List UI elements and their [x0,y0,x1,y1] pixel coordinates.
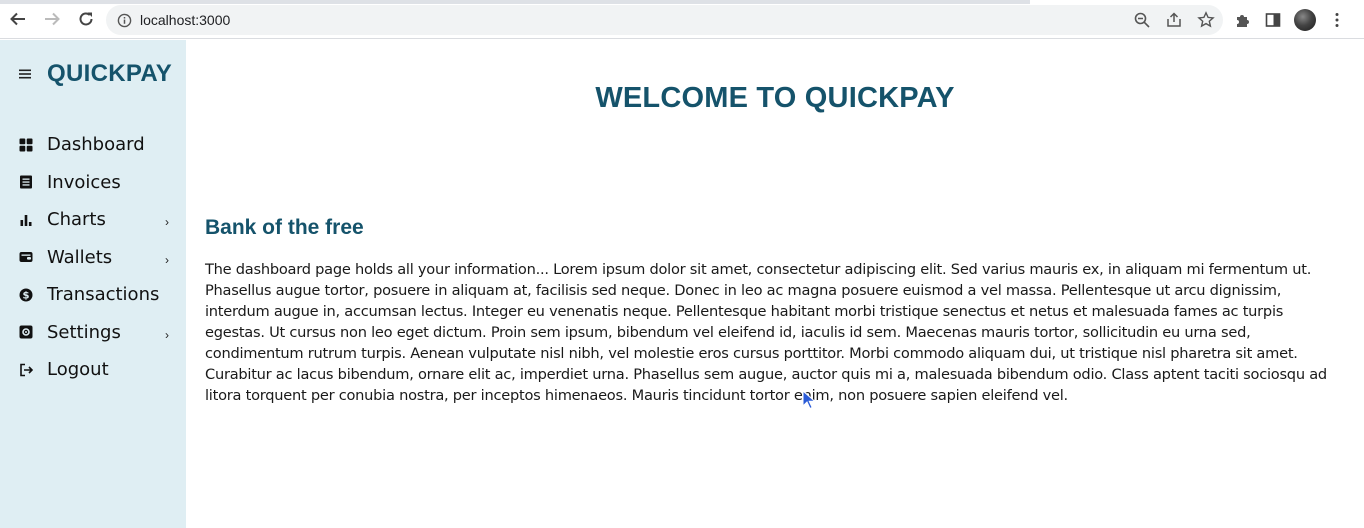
sidebar-item-invoices[interactable]: Invoices [0,164,186,202]
sidebar-item-label: Settings [47,321,121,343]
share-icon[interactable] [1165,11,1183,29]
sidebar-item-charts[interactable]: Charts › [0,201,186,239]
dollar-icon: $ [19,288,33,302]
back-arrow-icon [10,12,25,26]
profile-avatar[interactable] [1294,8,1316,31]
logout-icon [19,363,33,377]
forward-button[interactable] [36,3,68,35]
address-bar[interactable]: localhost:3000 [106,5,1223,35]
reload-icon [79,12,93,26]
invoice-icon [19,175,33,189]
brand: QUICKPAY [18,60,172,88]
extensions-icon[interactable] [1234,11,1252,29]
sidebar-item-label: Charts [47,209,106,231]
sidebar-item-transactions[interactable]: $ Transactions [0,276,186,314]
side-panel-icon[interactable] [1264,11,1282,29]
dashboard-icon [19,138,33,152]
brand-name[interactable]: QUICKPAY [47,60,172,88]
chevron-right-icon[interactable]: › [165,215,169,229]
svg-text:$: $ [23,290,30,301]
section-title: Bank of the free [205,216,364,239]
sidebar-item-label: Transactions [47,284,160,306]
back-button[interactable] [2,3,34,35]
sidebar-item-label: Dashboard [47,134,145,156]
sidebar-item-logout[interactable]: Logout [0,351,186,389]
sidebar-item-label: Wallets [47,246,113,268]
wallet-icon [19,250,33,264]
reload-button[interactable] [70,3,102,35]
sidebar-item-label: Invoices [47,171,121,193]
description-text: The dashboard page holds all your inform… [205,261,1327,404]
sidebar-item-settings[interactable]: Settings › [0,314,186,352]
zoom-icon[interactable] [1133,11,1151,29]
chevron-right-icon[interactable]: › [165,328,169,342]
bookmark-star-icon[interactable] [1197,11,1215,29]
browser-toolbar: localhost:3000 [0,0,1364,39]
page-title: WELCOME TO QUICKPAY [595,82,955,114]
sidebar-item-wallets[interactable]: Wallets › [0,239,186,277]
chevron-right-icon[interactable]: › [165,253,169,267]
tab-strip [0,0,1030,4]
sidebar-nav: Dashboard Invoices Charts › Wallets › $ [0,126,186,389]
sidebar-item-label: Logout [47,359,109,381]
settings-icon [19,325,33,339]
kebab-menu-icon[interactable] [1328,11,1346,29]
site-info-icon[interactable] [116,12,132,28]
main-content: WELCOME TO QUICKPAY Bank of the free The… [186,40,1364,528]
url-text[interactable]: localhost:3000 [140,12,230,28]
sidebar-item-dashboard[interactable]: Dashboard [0,126,186,164]
forward-arrow-icon [45,12,60,26]
sidebar: QUICKPAY Dashboard Invoices Charts › Wal… [0,40,186,528]
bar-chart-icon [19,213,33,227]
hamburger-menu-icon[interactable] [18,67,32,81]
mouse-cursor-icon [802,390,816,410]
